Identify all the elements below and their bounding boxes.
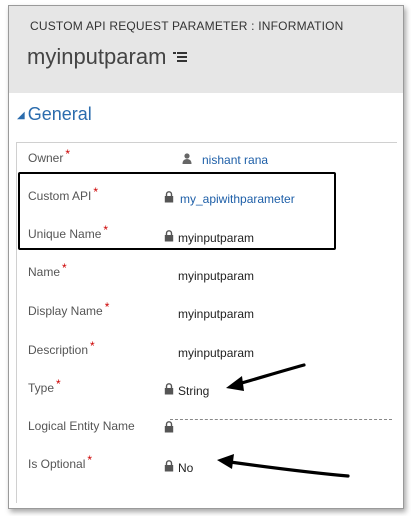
is-optional-label: Is Optional *: [28, 453, 92, 471]
description-label: Description *: [28, 339, 95, 357]
required-marker: *: [87, 453, 93, 467]
lock-icon: [164, 421, 174, 433]
section-general-toggle[interactable]: ◢ General: [17, 104, 92, 125]
name-label: Name *: [28, 261, 67, 279]
logical-entity-name-label-text: Logical Entity Name: [28, 419, 135, 433]
highlight-box: [18, 172, 336, 250]
is-optional-label-text: Is Optional: [28, 457, 86, 471]
display-name-field[interactable]: myinputparam: [178, 307, 254, 321]
collapse-triangle-icon: ◢: [17, 109, 25, 121]
name-label-text: Name: [28, 265, 61, 279]
description-label-text: Description: [28, 343, 89, 357]
is-optional-value: No: [178, 461, 194, 475]
name-field[interactable]: myinputparam: [178, 269, 254, 283]
owner-label-text: Owner: [28, 151, 64, 165]
lock-icon: [164, 460, 174, 472]
required-marker: *: [104, 300, 110, 314]
logical-entity-name-label: Logical Entity Name: [28, 419, 135, 433]
type-label-text: Type: [28, 381, 55, 395]
record-title: myinputparam: [27, 44, 167, 69]
owner-value-link[interactable]: nishant rana: [202, 153, 268, 167]
required-marker: *: [56, 377, 61, 391]
form-switcher-button[interactable]: [173, 50, 187, 68]
type-value: String: [178, 384, 210, 398]
annotation-arrow-is-optional: [217, 454, 350, 478]
form-header: CUSTOM API REQUEST PARAMETER : INFORMATI…: [9, 6, 403, 93]
entity-label: CUSTOM API REQUEST PARAMETER : INFORMATI…: [30, 19, 344, 33]
required-marker: *: [62, 261, 67, 275]
required-marker: *: [65, 147, 71, 161]
required-marker: *: [90, 339, 95, 353]
section-title: General: [27, 104, 92, 124]
owner-label: Owner *: [28, 147, 70, 165]
lock-icon: [164, 383, 174, 395]
display-name-label: Display Name *: [28, 300, 109, 318]
list-menu-icon: [173, 52, 187, 62]
annotation-arrow-type: [226, 363, 306, 391]
type-label: Type *: [28, 377, 61, 395]
user-icon: [182, 153, 192, 164]
empty-field-placeholder: [170, 419, 392, 420]
display-name-label-text: Display Name: [28, 304, 103, 318]
